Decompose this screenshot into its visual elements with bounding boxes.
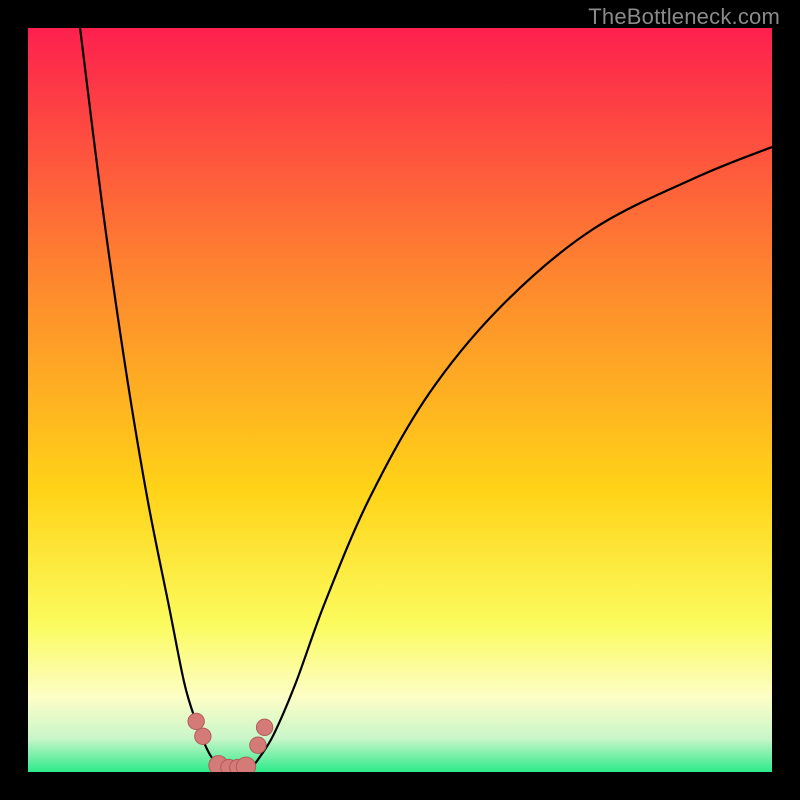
marker-group [188, 713, 273, 772]
chart-frame: TheBottleneck.com [0, 0, 800, 800]
plot-area [28, 28, 772, 772]
data-marker [195, 728, 211, 744]
data-marker [236, 757, 255, 772]
curve-left-branch [80, 28, 221, 768]
curve-layer [28, 28, 772, 772]
data-marker [188, 713, 204, 729]
data-marker [256, 719, 272, 735]
data-marker [250, 737, 266, 753]
curve-right-branch [251, 147, 772, 768]
watermark-text: TheBottleneck.com [588, 4, 780, 30]
